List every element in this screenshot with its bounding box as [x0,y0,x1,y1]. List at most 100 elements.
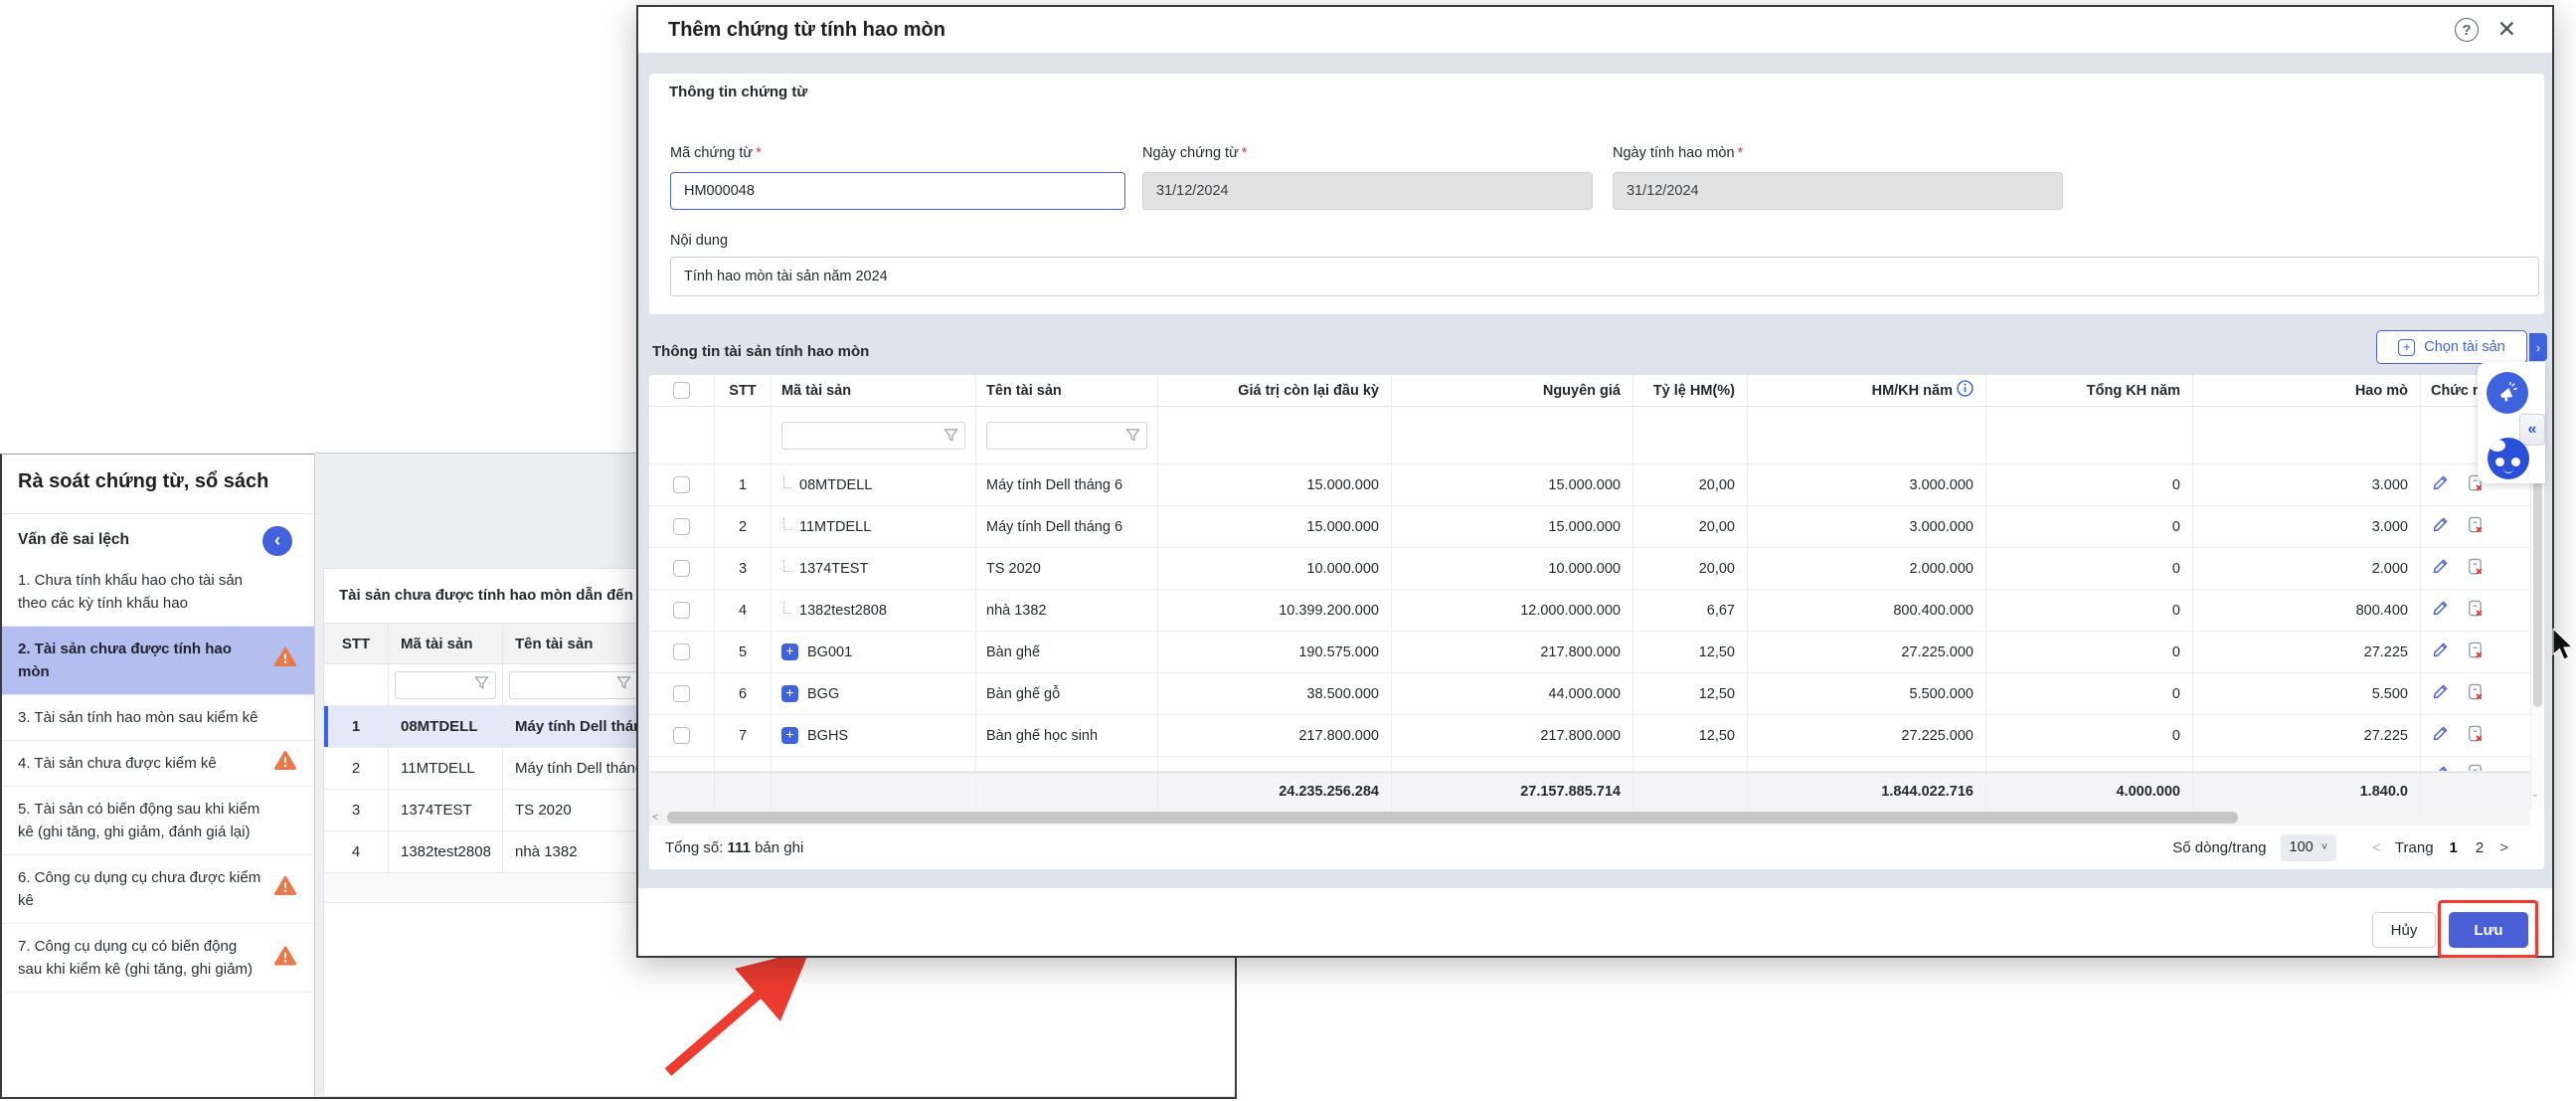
cell-remaining-value: 15.000.000 [1158,464,1392,505]
page-1-button[interactable]: 1 [2450,839,2458,856]
bg-cell-stt: 2 [324,748,389,789]
code-input[interactable]: HM000048 [670,172,1125,210]
edit-row-button[interactable] [2431,682,2450,705]
widget-collapse-button[interactable]: « [2519,414,2545,446]
remove-row-button[interactable] [2466,724,2485,748]
row-checkbox[interactable] [673,643,690,660]
cell-code: 11MTDELL [772,506,976,547]
content-label: Nội dung [670,233,728,249]
bg-cell-stt: 3 [324,790,389,830]
app-window-bottom-border [0,1097,1236,1099]
expand-icon[interactable]: + [781,643,798,660]
edit-row-button[interactable] [2431,641,2450,663]
vertical-scroll-thumb[interactable] [2533,449,2542,707]
next-page-button[interactable]: > [2499,839,2508,856]
content-input[interactable]: Tính hao mòn tài sản năm 2024 [670,257,2539,296]
doc-date-label: Ngày chứng từ* [1142,145,1247,161]
asset-table-row[interactable]: 31374TESTTS 202010.000.00010.000.00020,0… [649,548,2530,590]
announcement-button[interactable] [2487,372,2528,414]
remove-row-button[interactable] [2466,515,2485,539]
row-checkbox[interactable] [673,602,690,619]
horizontal-scroll-thumb[interactable] [667,812,2238,824]
remove-icon [2466,763,2485,771]
edit-row-button[interactable] [2431,557,2450,580]
asset-table-row[interactable]: 41382test2808nhà 138210.399.200.00012.00… [649,590,2530,632]
select-asset-button[interactable]: + Chọn tài sản [2376,330,2527,364]
col-remaining-value: Giá trị còn lại đầu kỳ [1158,375,1392,406]
page-2-button[interactable]: 2 [2476,839,2484,856]
warning-icon [274,946,296,973]
row-checkbox[interactable] [673,727,690,744]
funnel-icon[interactable] [616,675,631,695]
prev-page-button[interactable]: < [2372,839,2381,856]
expand-icon[interactable]: + [781,727,798,744]
plus-icon: + [2398,339,2415,356]
background-card-title: Tài sản chưa được tính hao mòn dẫn đến s… [339,587,654,604]
issue-label: 4. Tài sản chưa được kiểm kê [18,755,217,772]
page-size-select[interactable]: 100 ˅ [2281,834,2337,861]
asset-table-header: STTMã tài sảnTên tài sảnGiá trị còn lại … [649,375,2530,407]
cell-remaining-value: 10.399.200.000 [1158,590,1392,631]
edit-row-button[interactable] [2431,515,2450,538]
cancel-button[interactable]: Hủy [2372,912,2436,948]
cell-remaining-value: 10.000.000 [1158,548,1392,589]
sidebar-issue-item-2[interactable]: 2. Tài sản chưa được tính hao mòn [2,627,314,695]
row-checkbox[interactable] [673,685,690,702]
scroll-left-arrow[interactable]: < [652,810,658,826]
asset-table-row[interactable]: 7+BGHSBàn ghế học sinh217.800.000217.800… [649,715,2530,757]
cell-accumulated: 3.000 [2193,464,2421,505]
cell-rate: 20,00 [1633,506,1748,547]
scroll-down-arrow[interactable]: ˇ [2533,794,2537,806]
chevrons-left-icon: « [2528,421,2537,439]
edit-row-button[interactable] [2431,724,2450,747]
section-asset-info: Thông tin tài sản tính hao mòn [652,343,869,360]
asset-table-row[interactable]: 211MTDELLMáy tính Dell tháng 615.000.000… [649,506,2530,548]
assistant-avatar[interactable] [2488,438,2529,479]
remove-row-button[interactable] [2466,557,2485,581]
bg-filter-name-input[interactable] [509,671,638,699]
megaphone-icon [2496,382,2518,404]
sidebar-issue-item-5[interactable]: 5. Tài sản có biến động sau khi kiểm kê … [2,787,314,855]
bg-filter-code-input[interactable] [395,671,496,699]
screen: Tài sản chưa được tính hao mòn dẫn đến s… [0,0,2576,1101]
expand-icon[interactable]: + [781,685,798,702]
cell-code: 08MTDELL [772,464,976,505]
asset-table-row[interactable]: 6+BGGBàn ghế gỗ38.500.00044.000.00012,50… [649,673,2530,715]
sidebar-issue-item-4[interactable]: 4. Tài sản chưa được kiểm kê [2,741,314,787]
row-checkbox[interactable] [673,518,690,535]
horizontal-scrollbar[interactable]: < [649,810,2530,826]
select-all-checkbox[interactable] [673,382,690,399]
help-icon[interactable]: ? [2455,18,2479,42]
filter-name-input[interactable] [986,422,1147,450]
remove-row-button[interactable] [2466,599,2485,623]
cell-total-kh-year: 0 [1986,673,2193,714]
issue-label: 6. Công cụ dụng cụ chưa được kiểm kê [18,869,260,909]
sidebar-issue-item-3[interactable]: 3. Tài sản tính hao mòn sau kiểm kê [2,695,314,741]
funnel-icon[interactable] [474,675,489,695]
cell-remaining-value: 38.500.000 [1158,673,1392,714]
row-checkbox[interactable] [673,476,690,493]
remove-row-button[interactable] [2466,682,2485,706]
save-button-highlight [2438,900,2538,958]
row-checkbox[interactable] [673,560,690,577]
cell-stt: 4 [715,590,772,631]
sidebar-issue-item-6[interactable]: 6. Công cụ dụng cụ chưa được kiểm kê [2,855,314,924]
filter-code-input[interactable] [781,422,965,450]
asset-table-row[interactable]: 108MTDELLMáy tính Dell tháng 615.000.000… [649,464,2530,506]
cell-name: Bàn ghế học sinh [976,715,1158,756]
sidebar-issue-item-7[interactable]: 7. Công cụ dụng cụ có biến động sau khi … [2,924,314,993]
remove-row-button[interactable] [2466,641,2485,664]
collapse-sidebar-button[interactable]: ‹ [262,526,292,556]
asset-table-row[interactable]: 5+BG001Bàn ghế190.575.000217.800.00012,5… [649,632,2530,673]
page-label: Trang [2395,839,2434,856]
close-icon[interactable]: ✕ [2497,16,2516,43]
edit-row-button[interactable] [2431,599,2450,622]
cell-name: TS 2020 [976,548,1158,589]
chevron-left-icon: ‹ [274,530,280,551]
doc-date-input: 31/12/2024 [1142,172,1593,210]
side-expand-tab[interactable]: › [2529,333,2547,361]
sidebar-issue-item-1[interactable]: 1. Chưa tính khấu hao cho tài sản theo c… [2,558,314,627]
remove-icon [2466,724,2485,744]
edit-row-button[interactable] [2431,473,2450,496]
cell-original-cost: 12.000.000.000 [1392,590,1633,631]
